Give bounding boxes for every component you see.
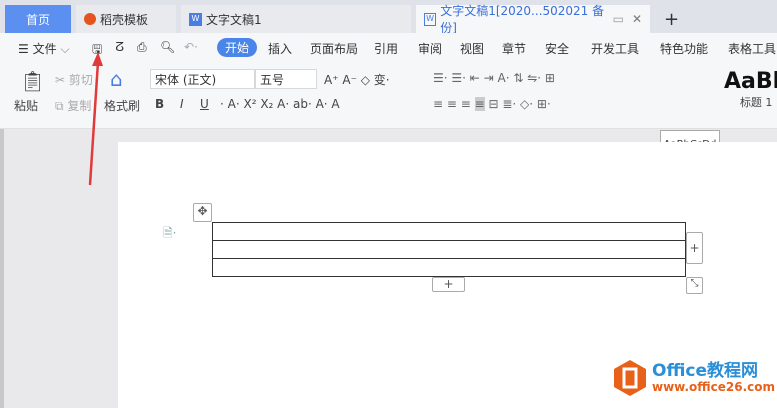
list-tools-icons[interactable]: ☰· ☰· ⇤ ⇥ A· ⇅ ⇋· ⊞: [433, 71, 555, 85]
tab-label: 稻壳模板: [100, 12, 149, 27]
menu-references[interactable]: 引用: [374, 40, 398, 57]
print-preview-icon[interactable]: 🔍︎: [160, 40, 175, 54]
paragraph-icon[interactable]: 🗎·: [163, 224, 176, 245]
tab-docer-templates[interactable]: 稻壳模板: [76, 5, 176, 33]
watermark-url: www.office26.com: [652, 379, 776, 394]
tab-bar: 首页 稻壳模板 W 文字文稿1 W 文字文稿1[2020...502021 备份] ▭…: [0, 0, 777, 35]
table-cell[interactable]: [212, 222, 686, 241]
monitor-icon: ▭: [612, 12, 624, 26]
table-row: [212, 222, 686, 241]
menu-layout[interactable]: 页面布局: [310, 40, 358, 57]
table-row: [212, 240, 686, 259]
menu-table-tools[interactable]: 表格工具: [728, 40, 776, 57]
resize-table-handle[interactable]: ⤡: [686, 277, 703, 294]
tab-label: 文字文稿1: [206, 12, 262, 27]
add-row-button[interactable]: +: [432, 277, 465, 292]
format-painter-icon[interactable]: ⌂: [110, 67, 123, 91]
ribbon: 📋︎ 粘贴 ✂ 剪切 ⧉ 复制 ⌂ 格式刷 宋体 (正文) 五号 A⁺ A⁻ ◇…: [0, 63, 777, 176]
font-effects-icons[interactable]: · A· X² X₂ A· ab· A· A: [220, 97, 340, 111]
writer-doc-icon: W: [424, 12, 437, 26]
chevron-down-icon: ⌵: [60, 42, 70, 56]
export-icon[interactable]: ⵒ: [115, 40, 124, 54]
font-size-select[interactable]: 五号: [255, 69, 317, 89]
document-table[interactable]: [212, 222, 686, 277]
table-move-handle[interactable]: ✥: [193, 203, 212, 222]
tab-document-backup[interactable]: W 文字文稿1[2020...502021 备份] ▭ ✕: [416, 4, 650, 35]
menu-bar: ☰ 文件 ⌵ 🖫 ⵒ ⎙ 🔍︎ ↶· 开始 插入 页面布局 引用 审阅 视图 章…: [0, 33, 777, 63]
style-label: 标题 1: [739, 96, 773, 109]
font-family-select[interactable]: 宋体 (正文): [150, 69, 255, 89]
font-grow-icon[interactable]: A⁺ A⁻ ◇ 变·: [324, 71, 390, 88]
menu-start[interactable]: 开始: [217, 38, 258, 57]
file-menu[interactable]: ☰ 文件 ⌵: [18, 40, 70, 57]
close-tab-button[interactable]: ✕: [632, 12, 642, 26]
bold-button[interactable]: B: [155, 97, 164, 111]
file-label: 文件: [32, 42, 57, 56]
watermark-logo: Office教程网 www.office26.com: [612, 358, 775, 398]
writer-doc-icon: W: [189, 12, 202, 26]
justify-icon[interactable]: ≡: [474, 97, 485, 111]
red-arrow-annotation: [88, 52, 103, 186]
office-logo-icon: [614, 360, 646, 396]
docer-icon: [84, 13, 96, 25]
watermark-brand: Office教程网: [652, 360, 759, 381]
tab-home[interactable]: 首页: [5, 5, 71, 33]
menu-review[interactable]: 审阅: [418, 40, 442, 57]
tab-label: 文字文稿1[2020...502021 备份]: [440, 4, 605, 35]
tab-label: 首页: [25, 12, 50, 27]
table-row: [212, 258, 686, 277]
italic-button[interactable]: I: [180, 97, 184, 111]
table-cell[interactable]: [212, 258, 686, 277]
align-tools-icons[interactable]: ≡ ≡ ≡ ≡ ⊟ ≣· ◇· ⊞·: [433, 97, 551, 111]
menu-special[interactable]: 特色功能: [660, 40, 708, 57]
undo-icon[interactable]: ↶·: [184, 40, 198, 54]
add-column-button[interactable]: +: [686, 232, 703, 264]
copy-icon: ⧉: [55, 99, 64, 113]
tab-document-1[interactable]: W 文字文稿1: [181, 5, 411, 33]
new-tab-button[interactable]: +: [656, 5, 687, 33]
scissors-icon: ✂: [55, 73, 66, 87]
style-heading-1[interactable]: AaBb 标题 1: [724, 69, 777, 110]
paste-icon[interactable]: 📋︎: [20, 69, 45, 93]
menu-insert[interactable]: 插入: [268, 40, 292, 57]
menu-view[interactable]: 视图: [460, 40, 484, 57]
underline-button[interactable]: U: [200, 97, 209, 111]
menu-chapter[interactable]: 章节: [502, 40, 526, 57]
print-icon[interactable]: ⎙: [137, 40, 147, 55]
hamburger-icon: ☰: [18, 42, 29, 56]
style-preview: AaBb: [724, 69, 777, 94]
paste-button[interactable]: 粘贴: [14, 97, 38, 114]
menu-security[interactable]: 安全: [545, 40, 569, 57]
menu-developer[interactable]: 开发工具: [591, 40, 639, 57]
left-edge: [0, 129, 4, 408]
table-cell[interactable]: [212, 240, 686, 259]
